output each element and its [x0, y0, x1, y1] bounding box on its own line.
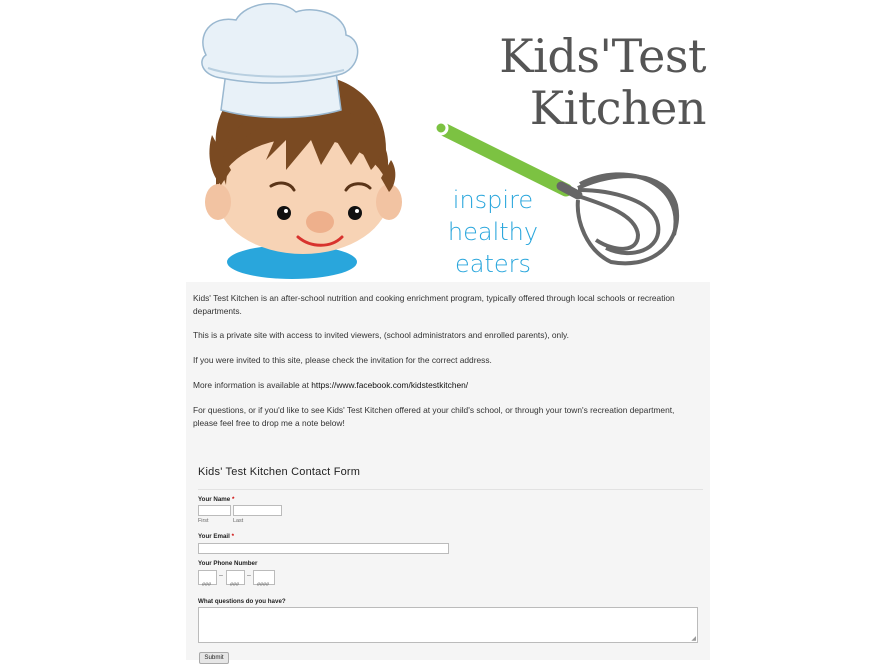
phone-line-sublabel: #### — [257, 582, 269, 588]
resize-handle-icon[interactable]: ◢ — [691, 636, 696, 642]
required-mark: * — [231, 533, 235, 540]
email-input[interactable] — [198, 543, 449, 554]
main-content: Kids' Test Kitchen is an after-school nu… — [186, 282, 710, 664]
phone-dash: – — [219, 572, 223, 579]
private-site-paragraph: This is a private site with access to in… — [193, 330, 569, 340]
email-label: Your Email * — [198, 533, 234, 540]
site-tagline: inspire healthy eaters — [408, 184, 578, 280]
email-label-text: Your Email — [198, 533, 230, 540]
chef-hat-icon — [201, 2, 359, 119]
first-name-input[interactable] — [198, 505, 231, 516]
facebook-link[interactable]: https://www.facebook.com/kidstestkitchen… — [311, 380, 468, 390]
more-info-text: More information is available at — [193, 380, 312, 390]
more-info-paragraph: More information is available at https:/… — [193, 379, 698, 392]
questions-label: What questions do you have? — [198, 598, 286, 605]
form-divider — [198, 489, 703, 490]
questions-textarea[interactable]: ◢ — [198, 607, 698, 643]
tagline-line2: healthy eaters — [447, 218, 539, 278]
site-header: Kids'Test Kitchen inspire healthy eaters — [186, 0, 710, 282]
intro-paragraph: Kids' Test Kitchen is an after-school nu… — [193, 293, 675, 316]
name-label-text: Your Name — [198, 496, 231, 503]
tagline-line1: inspire — [452, 186, 534, 214]
phone-dash: – — [247, 572, 251, 579]
questions-paragraph: For questions, or if you'd like to see K… — [193, 405, 675, 428]
phone-label: Your Phone Number — [198, 560, 258, 567]
submit-button[interactable]: Submit — [199, 652, 229, 664]
last-name-sublabel: Last — [233, 518, 244, 524]
contact-form-title: Kids' Test Kitchen Contact Form — [198, 466, 361, 478]
site-title-line1: Kids'Test — [499, 29, 706, 83]
phone-prefix-sublabel: ### — [230, 582, 239, 588]
name-label: Your Name * — [198, 496, 234, 503]
site-title-line2: Kitchen — [529, 81, 707, 135]
last-name-input[interactable] — [233, 505, 282, 516]
first-name-sublabel: First — [198, 518, 209, 524]
phone-area-sublabel: ### — [202, 582, 211, 588]
required-mark: * — [231, 496, 235, 503]
invitation-paragraph: If you were invited to this site, please… — [193, 355, 492, 365]
site-title: Kids'Test Kitchen — [456, 30, 706, 134]
